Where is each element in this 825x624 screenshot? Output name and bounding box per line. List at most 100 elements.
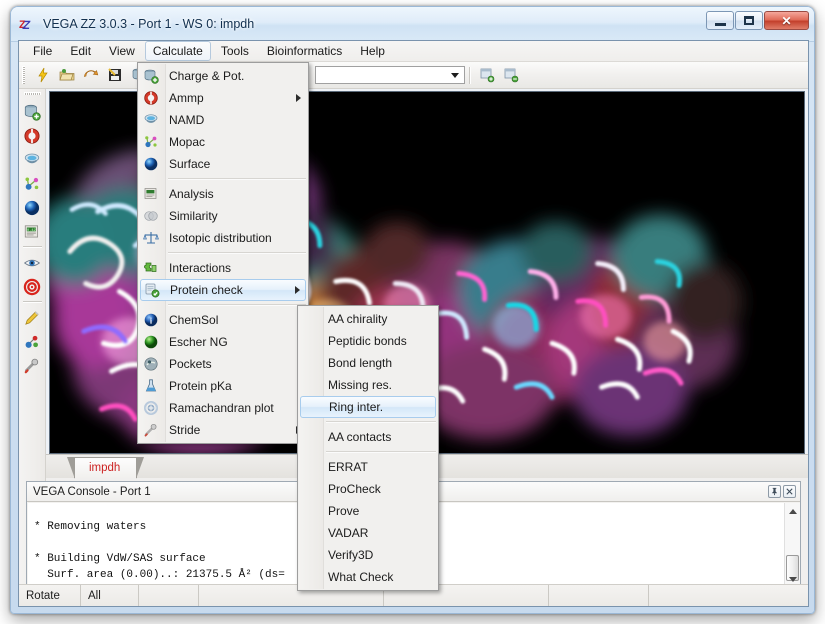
svg-text:0.42: 0.42: [27, 228, 36, 232]
submenu-separator: [326, 421, 436, 423]
client-area: File Edit View Calculate Tools Bioinform…: [18, 40, 809, 607]
scroll-up-button[interactable]: [785, 503, 801, 519]
close-button[interactable]: ✕: [764, 11, 809, 30]
menu-item-similarity[interactable]: Similarity: [138, 205, 308, 227]
submenu-item-procheck[interactable]: ProCheck: [298, 478, 438, 500]
title-bar[interactable]: Z Z VEGA ZZ 3.0.3 - Port 1 - WS 0: impdh…: [11, 7, 814, 40]
menu-edit[interactable]: Edit: [62, 41, 99, 61]
submenu-item-ring-inter[interactable]: Ring inter.: [300, 396, 436, 418]
surface-icon[interactable]: [21, 196, 44, 219]
left-toolbar-separator: [22, 301, 42, 303]
submenu-item-label: Prove: [328, 504, 360, 518]
menu-item-label: Similarity: [169, 209, 218, 223]
menu-item-label: ChemSol: [169, 313, 219, 327]
chevron-down-icon[interactable]: [451, 72, 459, 78]
submenu-separator: [326, 451, 436, 453]
minimize-button[interactable]: [706, 11, 734, 30]
submenu-item-peptidic-bonds[interactable]: Peptidic bonds: [298, 330, 438, 352]
mopac-icon: [142, 133, 160, 151]
menu-item-ramachandran-plot[interactable]: Ramachandran plot: [138, 397, 308, 419]
submenu-item-errat[interactable]: ERRAT: [298, 456, 438, 478]
lightning-icon[interactable]: [32, 64, 54, 86]
stride-icon: [142, 421, 160, 439]
status-mode: Rotate: [19, 585, 81, 606]
ammp-icon[interactable]: [21, 124, 44, 147]
protein-pka-icon: [142, 377, 160, 395]
menu-item-namd[interactable]: NAMD: [138, 109, 308, 131]
menu-item-protein-pka[interactable]: Protein pKa: [138, 375, 308, 397]
tool-icon[interactable]: [21, 354, 44, 377]
menu-item-pockets[interactable]: Pockets: [138, 353, 308, 375]
console-vertical-scrollbar[interactable]: [784, 503, 800, 587]
escher-ng-icon: [142, 333, 160, 351]
pockets-icon: [142, 355, 160, 373]
analysis-icon[interactable]: 0.42: [21, 220, 44, 243]
menu-item-isotopic-distribution[interactable]: Isotopic distribution: [138, 227, 308, 249]
molecule-icon[interactable]: [21, 330, 44, 353]
submenu-item-aa-contacts[interactable]: AA contacts: [298, 426, 438, 448]
menu-file[interactable]: File: [25, 41, 60, 61]
submenu-item-bond-length[interactable]: Bond length: [298, 352, 438, 374]
database-add-icon[interactable]: [21, 100, 44, 123]
menu-item-charge-pot[interactable]: Charge & Pot.: [138, 65, 308, 87]
submenu-item-what-check[interactable]: What Check: [298, 566, 438, 588]
submenu-item-aa-chirality[interactable]: AA chirality: [298, 308, 438, 330]
window-add-icon[interactable]: [476, 64, 498, 86]
mopac-icon[interactable]: [21, 172, 44, 195]
zz-logo-icon: Z Z: [19, 15, 37, 33]
submenu-item-prove[interactable]: Prove: [298, 500, 438, 522]
menu-item-label: NAMD: [169, 113, 205, 127]
menu-item-label: Ammp: [169, 91, 204, 105]
toolbar-grip[interactable]: [22, 66, 28, 84]
save-icon[interactable]: [104, 64, 126, 86]
submenu-item-label: Bond length: [328, 356, 393, 370]
menu-item-chemsol[interactable]: i ChemSol: [138, 309, 308, 331]
menu-item-analysis[interactable]: Analysis: [138, 183, 308, 205]
eye-icon[interactable]: [21, 251, 44, 274]
menu-item-interactions[interactable]: Interactions: [138, 257, 308, 279]
submenu-item-missing-res[interactable]: Missing res.: [298, 374, 438, 396]
menu-item-label: Surface: [169, 157, 211, 171]
menu-item-ammp[interactable]: Ammp: [138, 87, 308, 109]
submenu-item-label: Missing res.: [328, 378, 393, 392]
menu-item-protein-check[interactable]: Protein check: [140, 279, 306, 301]
window-remove-icon[interactable]: [500, 64, 522, 86]
protein-check-submenu: AA chirality Peptidic bonds Bond length …: [297, 305, 439, 591]
menu-item-label: Interactions: [169, 261, 232, 275]
menu-bioinformatics[interactable]: Bioinformatics: [259, 41, 350, 61]
open-folder-icon[interactable]: [56, 64, 78, 86]
molecule-select-combo[interactable]: [315, 66, 465, 84]
menu-calculate[interactable]: Calculate: [144, 41, 211, 61]
left-toolbar-grip[interactable]: [23, 92, 41, 98]
submenu-item-verify3d[interactable]: Verify3D: [298, 544, 438, 566]
menu-item-label: Protein pKa: [169, 379, 232, 393]
undo-icon[interactable]: [80, 64, 102, 86]
menu-item-escher-ng[interactable]: Escher NG: [138, 331, 308, 353]
menu-item-label: Isotopic distribution: [169, 231, 272, 245]
submenu-item-vadar[interactable]: VADAR: [298, 522, 438, 544]
maximize-button[interactable]: [735, 11, 763, 30]
window-controls: ✕: [705, 11, 809, 30]
close-icon[interactable]: [783, 485, 796, 498]
ramachandran-plot-icon: [142, 399, 160, 417]
menu-help[interactable]: Help: [352, 41, 393, 61]
pin-icon[interactable]: [768, 485, 781, 498]
menu-item-surface[interactable]: Surface: [138, 153, 308, 175]
target-icon[interactable]: [21, 275, 44, 298]
menu-item-label: Pockets: [169, 357, 212, 371]
document-tab-impdh[interactable]: impdh: [66, 457, 145, 479]
menu-item-mopac[interactable]: Mopac: [138, 131, 308, 153]
status-cell-3: [139, 585, 199, 606]
menu-view[interactable]: View: [101, 41, 143, 61]
charge-pot-icon: [142, 67, 160, 85]
namd-icon[interactable]: [21, 148, 44, 171]
window-title: VEGA ZZ 3.0.3 - Port 1 - WS 0: impdh: [43, 16, 255, 31]
status-scope: All: [81, 585, 139, 606]
menu-separator: [168, 178, 306, 180]
menu-item-label: Ramachandran plot: [169, 401, 274, 415]
desktop-background: Z Z VEGA ZZ 3.0.3 - Port 1 - WS 0: impdh…: [0, 0, 825, 624]
menu-item-stride[interactable]: Stride: [138, 419, 308, 441]
pencil-icon[interactable]: [21, 306, 44, 329]
menu-tools[interactable]: Tools: [213, 41, 257, 61]
submenu-item-label: ERRAT: [328, 460, 368, 474]
